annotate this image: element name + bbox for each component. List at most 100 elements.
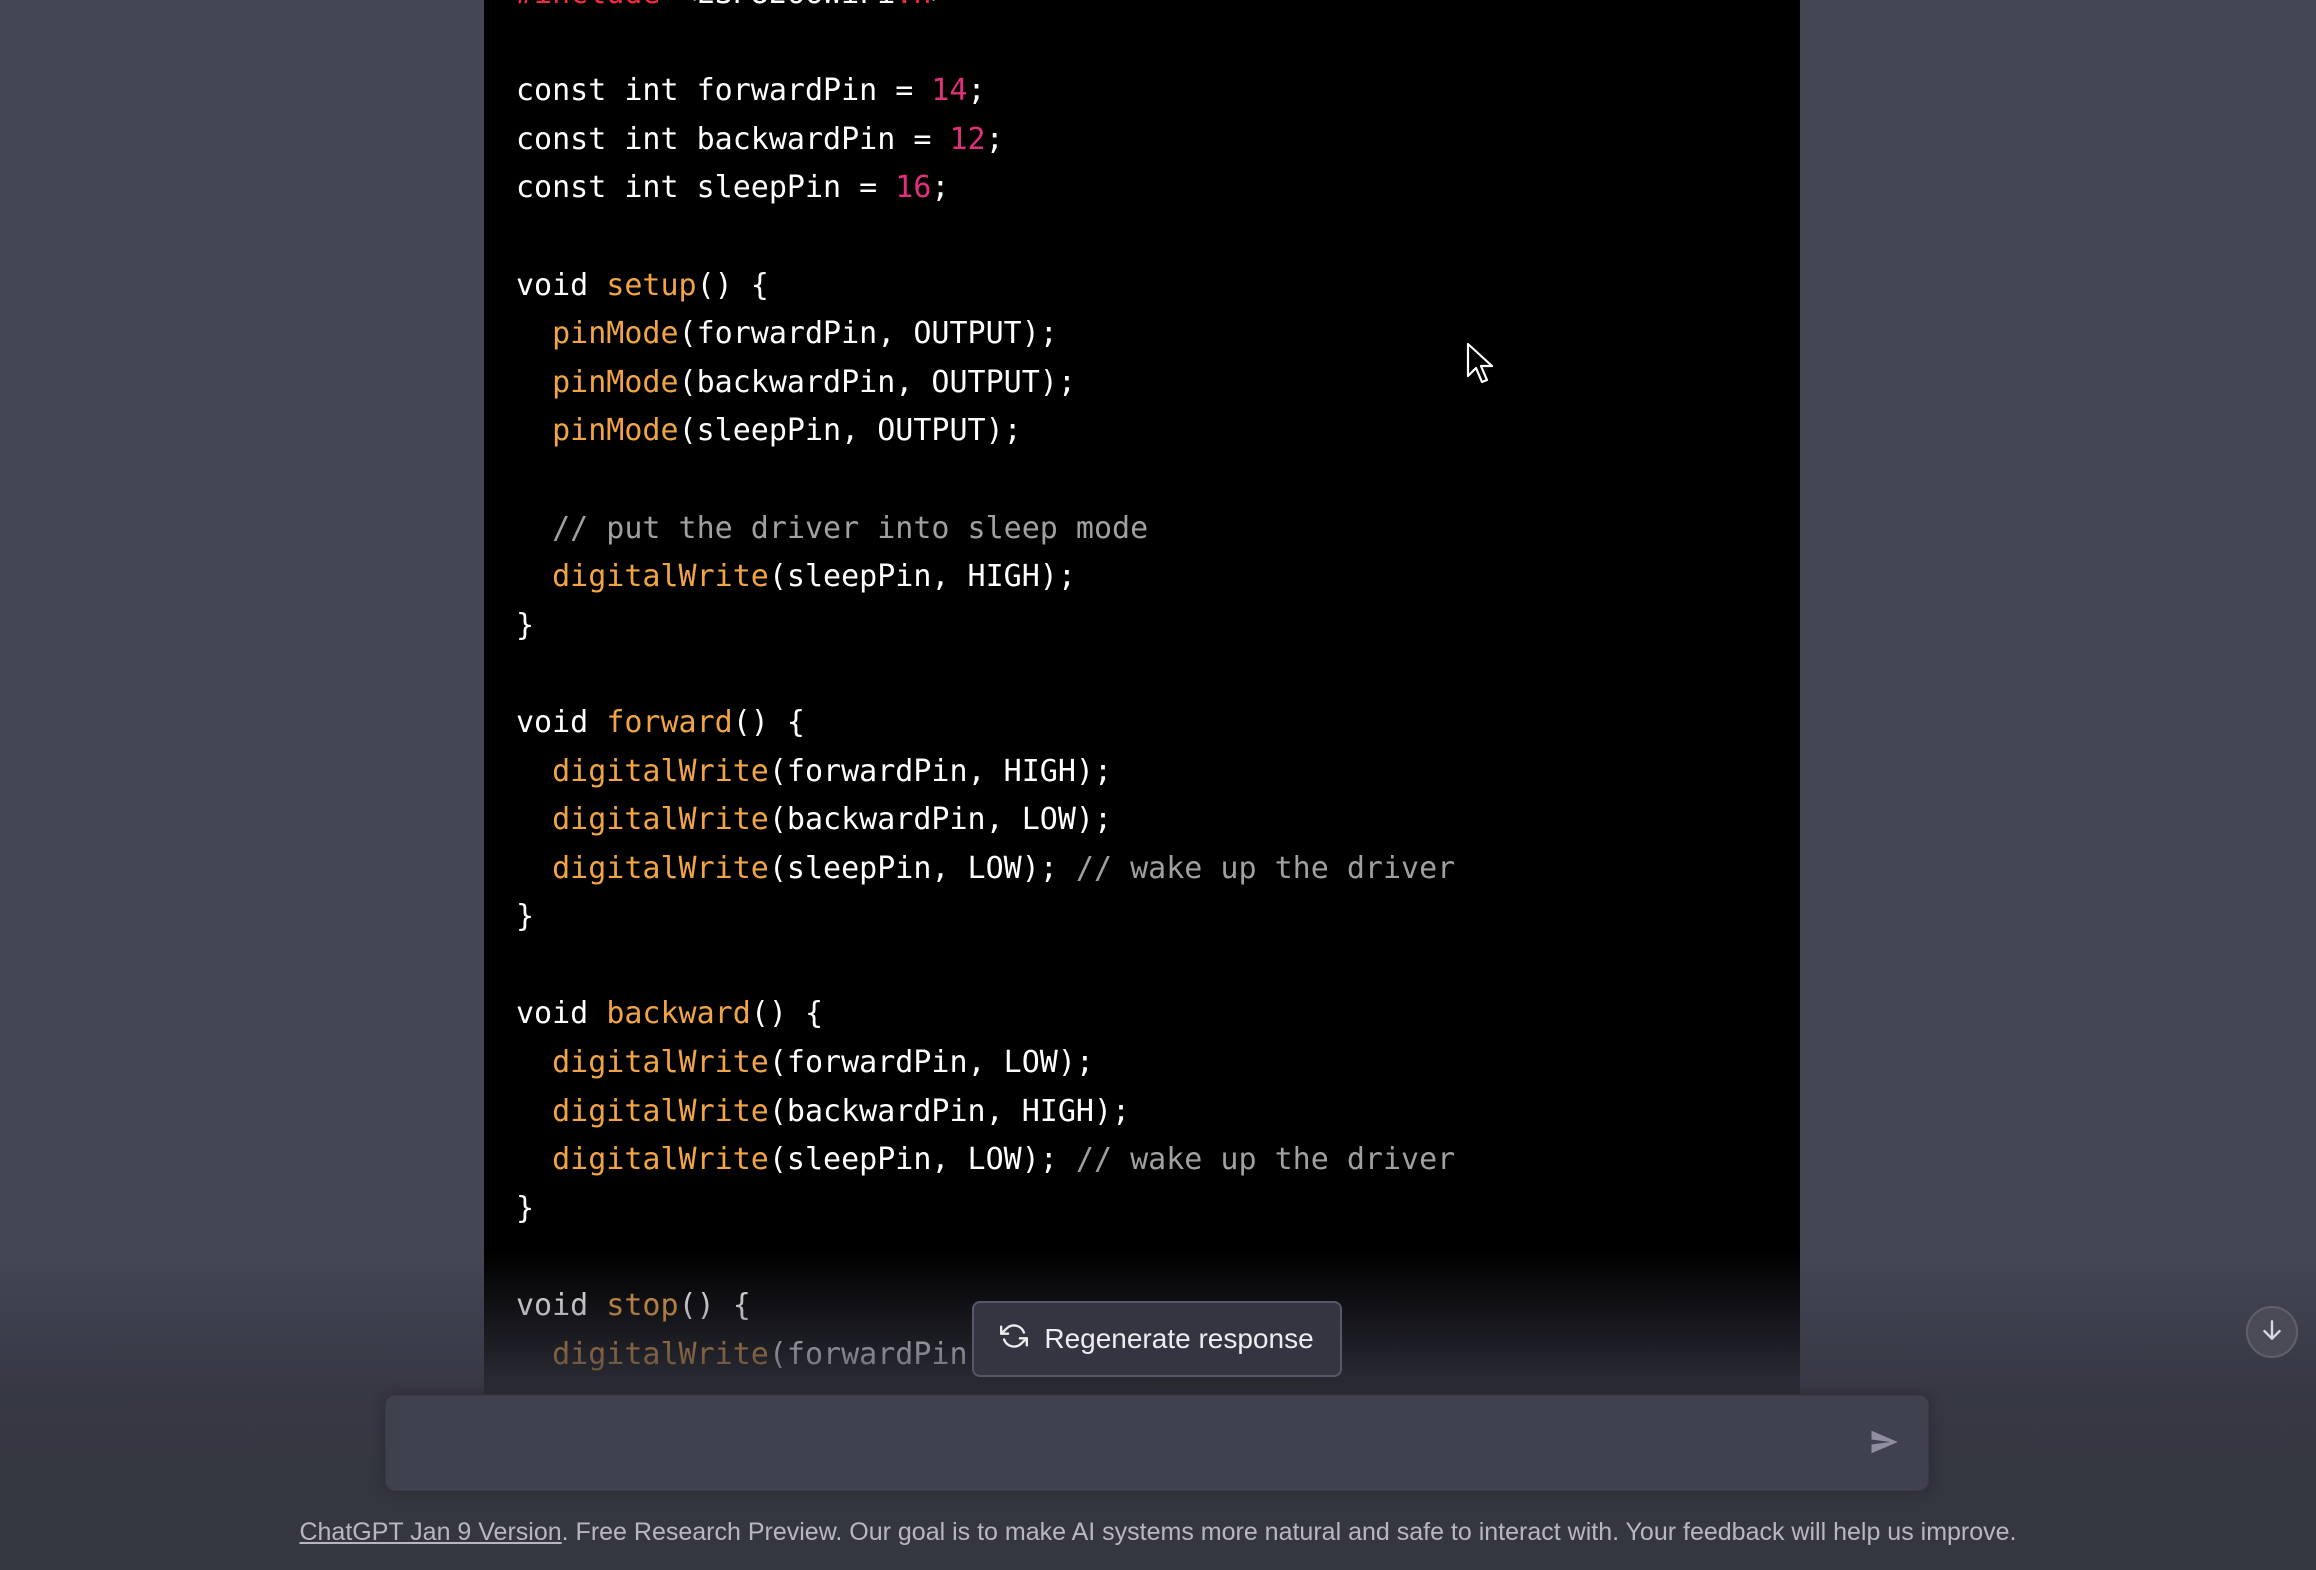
code-token: backward — [606, 996, 751, 1032]
code-token: void — [516, 704, 607, 740]
code-token: 14 — [931, 73, 968, 109]
code-token: (forwardPin, OUTPUT); — [678, 316, 1058, 352]
footer-text: . Free Research Preview. Our goal is to … — [561, 1518, 2017, 1546]
code-line: #include <ESP8266WiFi.h> — [516, 0, 1455, 19]
message-input[interactable] — [410, 1418, 1814, 1472]
code-line: void setup() { — [516, 262, 1455, 311]
code-block: #include <ESP8266WiFi.h> const int forwa… — [484, 0, 1800, 1394]
code-content: #include <ESP8266WiFi.h> const int forwa… — [516, 0, 1455, 1379]
code-token: () { — [732, 704, 805, 740]
code-line: digitalWrite(forwardPin, LOW); — [516, 1039, 1455, 1088]
code-line: } — [516, 893, 1455, 942]
code-line: digitalWrite(backwardPin, LOW); — [516, 796, 1455, 845]
code-token: (backwardPin, LOW); — [768, 802, 1113, 838]
code-line: pinMode(backwardPin, OUTPUT); — [516, 359, 1455, 408]
code-token: void — [516, 1288, 607, 1324]
code-line: pinMode(forwardPin, OUTPUT); — [516, 310, 1455, 359]
code-token: 12 — [949, 121, 986, 157]
code-token: const int forwardPin = — [516, 73, 932, 109]
code-line: digitalWrite(sleepPin, LOW); // wake up … — [516, 845, 1455, 894]
code-token: } — [516, 1190, 535, 1226]
code-token: // put the driver into sleep mode — [516, 510, 1149, 546]
code-token: digitalWrite — [552, 1093, 769, 1129]
code-token: // wake up the driver — [1075, 1142, 1456, 1178]
code-line: } — [516, 602, 1455, 651]
code-token: digitalWrite — [552, 1336, 769, 1372]
code-token: () { — [678, 1288, 751, 1324]
code-token: (sleepPin, HIGH); — [768, 559, 1076, 595]
refresh-icon — [1000, 1322, 1029, 1357]
code-token: (sleepPin, LOW); — [768, 850, 1076, 886]
code-line: const int sleepPin = 16; — [516, 164, 1455, 213]
code-token: ; — [967, 73, 986, 109]
code-line: void forward() { — [516, 699, 1455, 748]
code-token: #include — [516, 0, 679, 11]
code-token: (backwardPin, OUTPUT); — [678, 364, 1076, 400]
code-line: // put the driver into sleep mode — [516, 505, 1455, 554]
code-token: ; — [985, 121, 1004, 157]
code-token: (forwardPin, HIGH); — [768, 753, 1113, 789]
scroll-down-button[interactable] — [2246, 1306, 2298, 1358]
code-line: digitalWrite(sleepPin, LOW); // wake up … — [516, 1136, 1455, 1185]
code-line: digitalWrite(sleepPin, HIGH); — [516, 553, 1455, 602]
code-token: pinMode — [552, 413, 679, 449]
message-input-container — [385, 1395, 1929, 1491]
code-token: (forwardPin, — [768, 1336, 986, 1372]
version-link[interactable]: ChatGPT Jan 9 Version — [299, 1518, 561, 1546]
regenerate-response-label: Regenerate response — [1044, 1323, 1314, 1354]
code-token: void — [516, 996, 607, 1032]
code-token: (backwardPin, HIGH); — [768, 1093, 1131, 1129]
code-token: digitalWrite — [552, 1045, 769, 1081]
code-token: const int backwardPin = — [516, 121, 950, 157]
code-token: // wake up the driver — [1075, 850, 1456, 886]
code-line: void backward() { — [516, 990, 1455, 1039]
send-icon — [1869, 1427, 1899, 1462]
code-token: () { — [750, 996, 824, 1032]
code-token: void — [516, 267, 607, 303]
code-token: pinMode — [552, 316, 679, 352]
code-token: digitalWrite — [552, 850, 769, 886]
code-token: > — [931, 0, 949, 11]
code-line: const int backwardPin = 12; — [516, 116, 1455, 165]
regenerate-response-button[interactable]: Regenerate response — [972, 1301, 1342, 1377]
code-token: digitalWrite — [552, 753, 769, 789]
code-token: (sleepPin, OUTPUT); — [678, 413, 1022, 449]
code-line: digitalWrite(forwardPin, HIGH); — [516, 748, 1455, 797]
code-token: .h — [895, 0, 931, 11]
code-token: setup — [606, 267, 697, 303]
code-token: pinMode — [552, 364, 679, 400]
code-token: forward — [606, 704, 733, 740]
send-button[interactable] — [1862, 1422, 1906, 1466]
code-token: (sleepPin, LOW); — [768, 1142, 1076, 1178]
code-line: digitalWrite(backwardPin, HIGH); — [516, 1088, 1455, 1137]
code-line: pinMode(sleepPin, OUTPUT); — [516, 407, 1455, 456]
chat-window: #include <ESP8266WiFi.h> const int forwa… — [0, 0, 2316, 1570]
code-token: ; — [931, 170, 950, 206]
code-token: } — [516, 899, 535, 935]
footer: ChatGPT Jan 9 Version. Free Research Pre… — [0, 1518, 2316, 1547]
code-token: <ESP8266WiFi — [679, 0, 896, 11]
code-token: (forwardPin, LOW); — [768, 1045, 1094, 1081]
code-token: } — [516, 607, 535, 643]
code-token: () { — [696, 267, 769, 303]
code-token: const int sleepPin = — [516, 170, 896, 206]
arrow-down-icon — [2259, 1317, 2285, 1348]
code-token: digitalWrite — [552, 802, 769, 838]
mouse-cursor-icon — [1466, 342, 1496, 386]
